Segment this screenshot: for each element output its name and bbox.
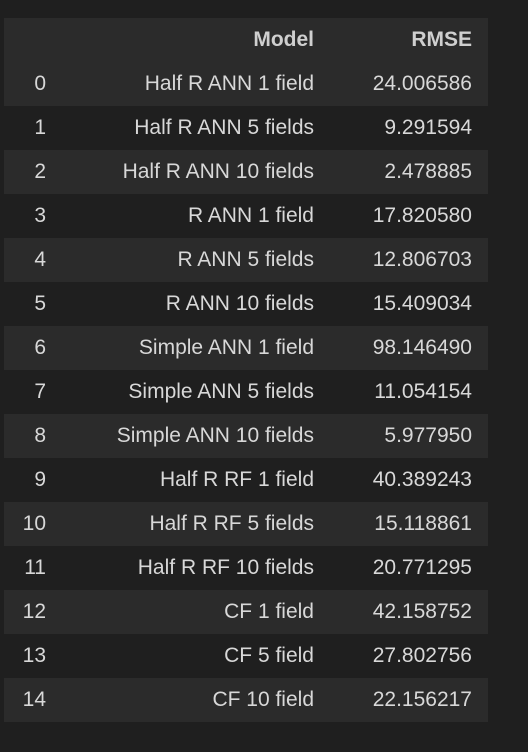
table-row: 7 Simple ANN 5 fields 11.054154 — [4, 370, 488, 414]
model-cell: CF 1 field — [224, 600, 314, 623]
dataframe-table: Model RMSE 0 Half R ANN 1 field 24.006586 1… — [4, 18, 488, 722]
row-index: 5 — [34, 292, 46, 315]
row-index: 9 — [34, 468, 46, 491]
model-cell: Simple ANN 5 fields — [128, 380, 314, 403]
dataframe-output: Model RMSE 0 Half R ANN 1 field 24.006586 1… — [4, 18, 488, 722]
model-cell: R ANN 5 fields — [177, 248, 314, 271]
rmse-cell: 42.158752 — [372, 600, 472, 623]
rmse-cell: 12.806703 — [372, 248, 472, 271]
rmse-header: RMSE — [411, 28, 472, 51]
row-index: 1 — [34, 116, 46, 139]
model-cell: Simple ANN 1 field — [138, 336, 314, 359]
rmse-cell: 2.478885 — [384, 160, 472, 183]
rmse-cell: 5.977950 — [384, 424, 472, 447]
table-row: 5 R ANN 10 fields 15.409034 — [4, 282, 488, 326]
table-row: 0 Half R ANN 1 field 24.006586 — [4, 62, 488, 106]
row-index: 3 — [34, 204, 46, 227]
row-index: 10 — [22, 512, 46, 535]
row-index: 0 — [34, 72, 46, 95]
model-cell: Half R ANN 10 fields — [122, 160, 314, 183]
rmse-cell: 15.118861 — [374, 512, 472, 535]
table-row: 12 CF 1 field 42.158752 — [4, 590, 488, 634]
row-index: 7 — [34, 380, 46, 403]
model-cell: CF 10 field — [212, 688, 314, 711]
rmse-cell: 24.006586 — [372, 72, 472, 95]
table-row: 10 Half R RF 5 fields 15.118861 — [4, 502, 488, 546]
row-index: 4 — [34, 248, 46, 271]
table-row: 6 Simple ANN 1 field 98.146490 — [4, 326, 488, 370]
model-header: Model — [253, 28, 314, 51]
rmse-cell: 98.146490 — [372, 336, 472, 359]
header-row: Model RMSE — [4, 18, 488, 62]
table-row: 1 Half R ANN 5 fields 9.291594 — [4, 106, 488, 150]
row-index: 8 — [34, 424, 46, 447]
index-header — [4, 18, 46, 62]
row-index: 6 — [34, 336, 46, 359]
table-row: 4 R ANN 5 fields 12.806703 — [4, 238, 488, 282]
row-index: 12 — [22, 600, 46, 623]
rmse-cell: 9.291594 — [384, 116, 472, 139]
row-index: 11 — [24, 556, 46, 579]
table-row: 2 Half R ANN 10 fields 2.478885 — [4, 150, 488, 194]
model-cell: Half R RF 1 field — [159, 468, 314, 491]
model-cell: Half R RF 10 fields — [137, 556, 314, 579]
table-row: 9 Half R RF 1 field 40.389243 — [4, 458, 488, 502]
rmse-cell: 17.820580 — [372, 204, 472, 227]
table-row: 14 CF 10 field 22.156217 — [4, 678, 488, 722]
table-row: 13 CF 5 field 27.802756 — [4, 634, 488, 678]
model-cell: Half R ANN 5 fields — [134, 116, 314, 139]
rmse-cell: 11.054154 — [374, 380, 472, 403]
table-row: 8 Simple ANN 10 fields 5.977950 — [4, 414, 488, 458]
table-row: 3 R ANN 1 field 17.820580 — [4, 194, 488, 238]
table-row: 11 Half R RF 10 fields 20.771295 — [4, 546, 488, 590]
model-cell: Half R RF 5 fields — [149, 512, 314, 535]
rmse-cell: 22.156217 — [372, 688, 472, 711]
row-index: 13 — [22, 644, 46, 667]
row-index: 2 — [34, 160, 46, 183]
model-cell: Half R ANN 1 field — [144, 72, 314, 95]
model-cell: CF 5 field — [224, 644, 314, 667]
rmse-cell: 27.802756 — [372, 644, 472, 667]
model-cell: R ANN 10 fields — [165, 292, 314, 315]
rmse-cell: 40.389243 — [372, 468, 472, 491]
rmse-cell: 20.771295 — [372, 556, 472, 579]
rmse-cell: 15.409034 — [372, 292, 472, 315]
model-cell: R ANN 1 field — [187, 204, 314, 227]
model-cell: Simple ANN 10 fields — [116, 424, 314, 447]
row-index: 14 — [22, 688, 46, 711]
